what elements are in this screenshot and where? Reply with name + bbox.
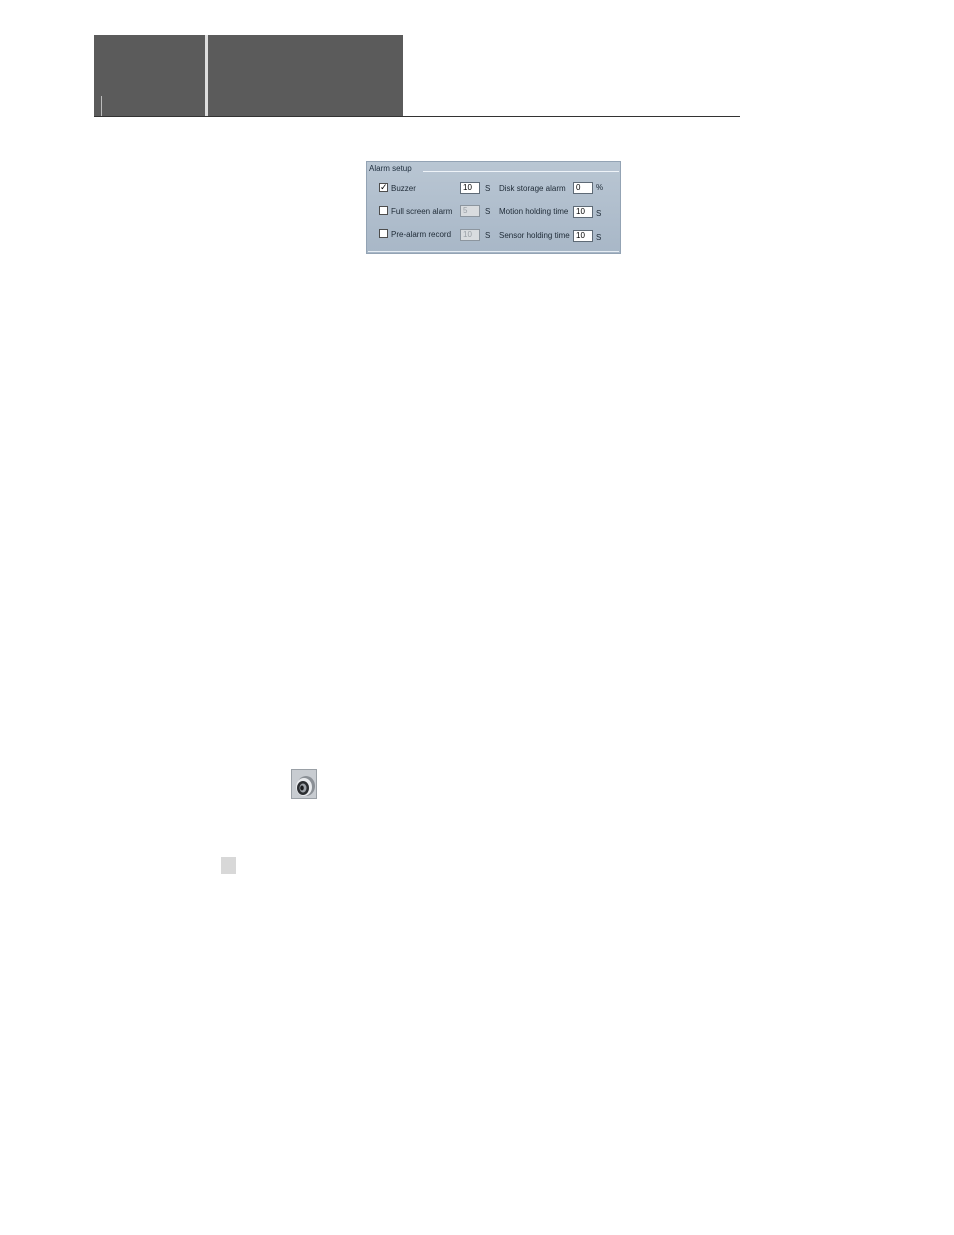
disk-storage-alarm-input[interactable]: 0: [573, 182, 593, 194]
alarm-setup-legend: Alarm setup: [369, 164, 412, 173]
panel-bottom-line: [368, 251, 619, 252]
pre-alarm-record-checkbox[interactable]: [379, 229, 388, 238]
buzzer-checkbox[interactable]: ✓: [379, 183, 388, 192]
disk-storage-alarm-label: Disk storage alarm: [499, 184, 566, 193]
motion-holding-time-unit: S: [596, 209, 602, 218]
legend-line: [423, 171, 619, 172]
buzzer-seconds-input[interactable]: 10: [460, 182, 480, 194]
full-screen-alarm-unit: S: [485, 207, 491, 216]
motion-holding-time-input[interactable]: 10: [573, 206, 593, 218]
check-mark-icon: ✓: [380, 182, 388, 192]
header-rule: [94, 116, 740, 117]
alarm-setup-panel: Alarm setup ✓ Buzzer 10 S Disk storage a…: [366, 161, 621, 254]
full-screen-alarm-seconds-input[interactable]: 5: [460, 205, 480, 217]
sensor-holding-time-unit: S: [596, 233, 602, 242]
pre-alarm-record-seconds-input[interactable]: 10: [460, 229, 480, 241]
full-screen-alarm-checkbox[interactable]: [379, 206, 388, 215]
disk-storage-alarm-unit: %: [596, 183, 604, 192]
buzzer-label: Buzzer: [391, 184, 416, 193]
buzzer-unit: S: [485, 184, 491, 193]
motion-holding-time-label: Motion holding time: [499, 207, 569, 216]
full-screen-alarm-label: Full screen alarm: [391, 207, 453, 216]
sensor-holding-time-label: Sensor holding time: [499, 231, 570, 240]
small-gray-square: [221, 857, 236, 874]
sensor-holding-time-input[interactable]: 10: [573, 230, 593, 242]
pre-alarm-record-unit: S: [485, 231, 491, 240]
header-block-right: [208, 35, 403, 117]
header-tick: [101, 96, 102, 116]
speaker-icon: [291, 769, 317, 799]
header-block-left: [94, 35, 205, 117]
pre-alarm-record-label: Pre-alarm record: [391, 230, 452, 239]
